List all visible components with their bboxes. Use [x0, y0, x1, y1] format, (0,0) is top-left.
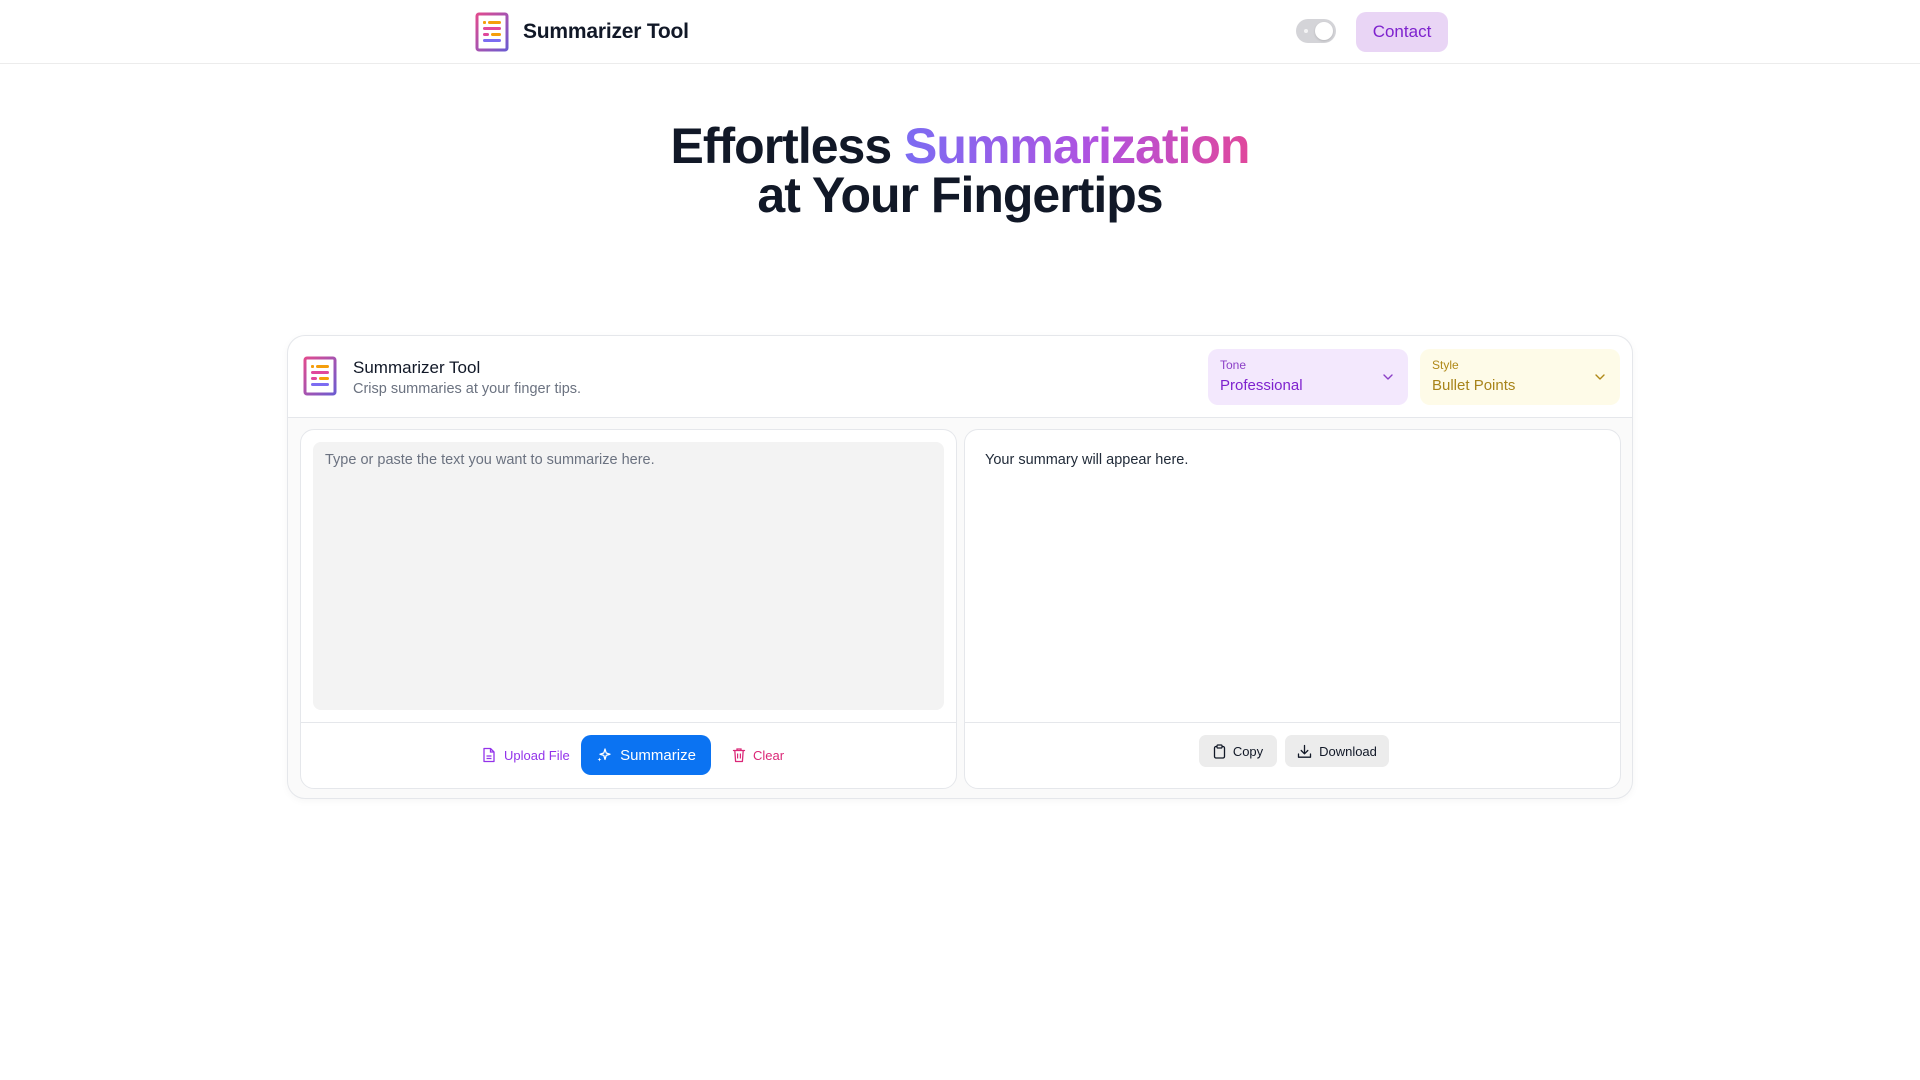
contact-button[interactable]: Contact	[1356, 12, 1448, 52]
style-select-label: Style	[1432, 358, 1459, 372]
top-navigation-bar: Summarizer Tool Contact	[0, 0, 1920, 64]
input-panel: Upload File Summarize Clear	[300, 429, 957, 789]
document-lines-icon	[303, 356, 337, 401]
card-subtitle: Crisp summaries at your finger tips.	[353, 381, 582, 397]
tone-select-label: Tone	[1220, 358, 1247, 372]
trash-icon	[732, 747, 746, 763]
summary-output: Your summary will appear here.	[985, 452, 1189, 468]
copy-button[interactable]: Copy	[1199, 735, 1277, 767]
card-header: Summarizer Tool Crisp summaries at your …	[288, 336, 1632, 418]
style-select-value: Bullet Points	[1432, 377, 1516, 394]
file-icon	[482, 747, 496, 763]
copy-label: Copy	[1232, 743, 1264, 759]
upload-file-label: Upload File	[504, 747, 570, 763]
tone-select-value: Professional	[1220, 377, 1303, 394]
chevron-down-icon	[1382, 370, 1394, 388]
summarizer-card: Summarizer Tool Crisp summaries at your …	[287, 335, 1633, 799]
toggle-knob	[1315, 22, 1333, 40]
brand[interactable]: Summarizer Tool	[475, 12, 689, 52]
card-title: Summarizer Tool	[353, 358, 481, 377]
toggle-dot	[1304, 29, 1308, 33]
theme-toggle[interactable]	[1296, 19, 1336, 43]
style-select[interactable]: Style Bullet Points	[1420, 349, 1620, 405]
output-panel-footer: Copy Download	[965, 722, 1620, 788]
download-icon	[1297, 744, 1312, 759]
clipboard-icon	[1213, 743, 1226, 759]
hero: Effortless Summarization at Your Fingert…	[0, 121, 1920, 223]
clear-label: Clear	[753, 747, 785, 763]
upload-file-button[interactable]: Upload File	[472, 735, 580, 775]
hero-title: Effortless Summarization at Your Fingert…	[0, 121, 1920, 223]
hero-title-prefix: Effortless	[670, 118, 905, 174]
chevron-down-icon	[1594, 370, 1606, 388]
summarize-label: Summarize	[620, 746, 696, 764]
text-input[interactable]	[313, 442, 944, 710]
download-button[interactable]: Download	[1285, 735, 1389, 767]
input-panel-footer: Upload File Summarize Clear	[301, 722, 956, 788]
document-lines-icon	[475, 12, 509, 52]
clear-button[interactable]: Clear	[722, 735, 794, 775]
hero-title-highlight: Summarization	[904, 118, 1250, 174]
hero-title-line2: at Your Fingertips	[757, 167, 1163, 223]
sparkles-icon	[596, 747, 612, 763]
summarize-button[interactable]: Summarize	[581, 735, 711, 775]
output-panel: Your summary will appear here. Copy Down…	[964, 429, 1621, 789]
download-label: Download	[1319, 743, 1377, 759]
brand-title: Summarizer Tool	[523, 20, 689, 43]
tone-select[interactable]: Tone Professional	[1208, 349, 1408, 405]
